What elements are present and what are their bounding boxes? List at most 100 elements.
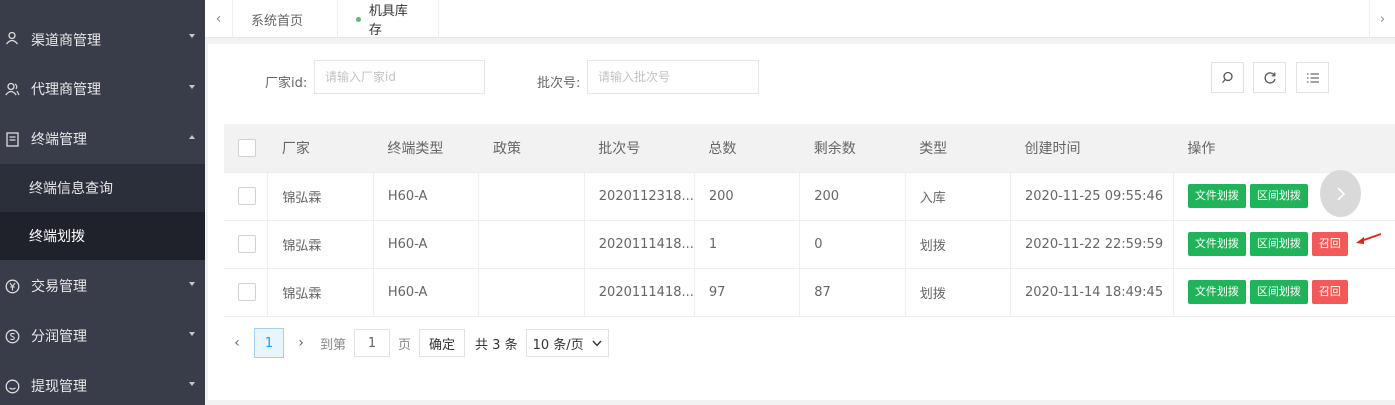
file-transfer-button[interactable]: 文件划拨	[1187, 280, 1246, 304]
file-transfer-button[interactable]: 文件划拨	[1187, 232, 1246, 256]
column-header[interactable]: 批次号	[584, 124, 695, 173]
main-panel: 厂家id: 批次号: 厂家 终端类型 政策 批次号 总数 剩余数 类型 创建	[208, 44, 1395, 400]
vendor-cell: 锦弘霖	[267, 268, 374, 317]
recall-button[interactable]: 召回	[1311, 280, 1348, 304]
chevron-down-icon	[592, 337, 602, 350]
nav-label: 分润管理	[31, 329, 87, 345]
batch-number-label: 批次号:	[537, 76, 581, 91]
policy-cell	[478, 172, 585, 221]
row-checkbox[interactable]	[238, 235, 256, 253]
row-select-cell[interactable]	[224, 220, 269, 269]
refresh-button[interactable]	[1253, 62, 1286, 93]
type-cell: 划拨	[905, 220, 1012, 269]
policy-cell	[478, 268, 585, 317]
chevron-down-icon	[189, 34, 195, 38]
row-checkbox[interactable]	[238, 283, 256, 301]
range-transfer-button[interactable]: 区间划拨	[1249, 280, 1308, 304]
nav-item-agent[interactable]: 代理商管理	[0, 64, 205, 114]
page-size-select[interactable]: 10 条/页	[525, 329, 609, 357]
file-transfer-button[interactable]: 文件划拨	[1187, 184, 1246, 208]
chevron-up-icon	[189, 135, 195, 139]
range-transfer-button[interactable]: 区间划拨	[1249, 232, 1308, 256]
nav-label: 提现管理	[31, 379, 87, 395]
list-icon	[1306, 72, 1319, 83]
type-cell: 入库	[905, 172, 1012, 221]
column-list-button[interactable]	[1296, 62, 1329, 93]
column-header[interactable]: 厂家	[267, 124, 374, 173]
nav-item-terminal[interactable]: 终端管理	[0, 114, 205, 164]
nav-item-withdraw[interactable]: 提现管理	[0, 361, 205, 405]
remaining-cell: 0	[799, 220, 906, 269]
refresh-icon	[1263, 71, 1276, 84]
tab-scroll-left-button[interactable]: ‹	[205, 0, 233, 38]
goto-page-input[interactable]: 1	[354, 329, 391, 357]
column-header[interactable]: 类型	[905, 124, 1011, 173]
page-unit-label: 页	[398, 337, 412, 353]
current-page[interactable]: 1	[254, 328, 284, 358]
manufacturer-id-label: 厂家id:	[265, 76, 308, 91]
table-row: 锦弘霖 H60-A 2020111418... 97 87 划拨 2020-11…	[224, 268, 1395, 317]
next-page-button[interactable]: ›	[288, 335, 314, 351]
row-checkbox[interactable]	[238, 187, 256, 205]
vendor-cell: 锦弘霖	[267, 172, 374, 221]
terminal-table: 厂家 终端类型 政策 批次号 总数 剩余数 类型 创建时间 操作 锦弘霖 H60…	[224, 124, 1395, 317]
goto-confirm-button[interactable]: 确定	[419, 329, 466, 357]
column-header[interactable]: 创建时间	[1010, 124, 1174, 173]
created-cell: 2020-11-25 09:55:46	[1010, 172, 1174, 221]
tab-home[interactable]: 系统首页	[233, 0, 338, 38]
column-header[interactable]: 总数	[694, 124, 800, 173]
policy-cell	[478, 220, 585, 269]
sidebar: 渠道商管理 代理商管理 终端管理 终端信息查询 终端划拨 交易管理 分润管理 提…	[0, 0, 205, 405]
column-header[interactable]: 剩余数	[799, 124, 906, 173]
nav-sub-label: 终端信息查询	[29, 181, 113, 197]
table-row: 锦弘霖 H60-A 2020112318... 200 200 入库 2020-…	[224, 172, 1395, 221]
row-select-cell[interactable]	[224, 172, 269, 221]
actions-cell: 文件划拨 区间划拨	[1173, 172, 1395, 221]
chevron-down-icon	[189, 332, 195, 336]
column-header[interactable]: 政策	[478, 124, 585, 173]
batch-cell: 2020112318...	[584, 172, 695, 221]
withdraw-icon	[4, 378, 20, 394]
page-size-value: 10 条/页	[532, 337, 584, 353]
total-cell: 200	[694, 172, 801, 221]
vendor-cell: 锦弘霖	[267, 220, 374, 269]
select-all-checkbox[interactable]	[238, 138, 256, 157]
scroll-right-circle-button[interactable]	[1320, 170, 1361, 217]
row-select-cell[interactable]	[224, 268, 269, 317]
batch-number-input[interactable]	[587, 60, 759, 94]
chevron-down-icon	[189, 85, 195, 89]
yen-icon	[4, 278, 20, 294]
search-button[interactable]	[1211, 62, 1244, 93]
nav-label: 交易管理	[31, 279, 87, 295]
sidebar-item-terminal-transfer[interactable]: 终端划拨	[0, 212, 205, 260]
manufacturer-id-input[interactable]	[314, 60, 485, 94]
range-transfer-button[interactable]: 区间划拨	[1249, 184, 1308, 208]
nav-label: 终端管理	[31, 132, 87, 148]
tab-label: 系统首页	[251, 13, 304, 29]
prev-page-button[interactable]: ‹	[224, 335, 250, 351]
type-cell: 划拨	[905, 268, 1012, 317]
nav-item-transaction[interactable]: 交易管理	[0, 261, 205, 311]
created-cell: 2020-11-22 22:59:59	[1010, 220, 1174, 269]
table-row: 锦弘霖 H60-A 2020111418... 1 0 划拨 2020-11-2…	[224, 220, 1395, 269]
total-cell: 97	[694, 268, 801, 317]
chevron-down-icon	[189, 382, 195, 386]
tab-inventory[interactable]: 机具库存	[338, 0, 439, 38]
sidebar-item-terminal-query[interactable]: 终端信息查询	[0, 164, 205, 212]
pagination: ‹ 1 › 到第 1 页 确定 共 3 条 10 条/页	[224, 319, 609, 367]
actions-cell: 文件划拨 区间划拨 召回	[1173, 268, 1395, 317]
column-header[interactable]: 终端类型	[373, 124, 479, 173]
table-header-row: 厂家 终端类型 政策 批次号 总数 剩余数 类型 创建时间 操作	[224, 124, 1395, 173]
recall-button[interactable]: 召回	[1311, 232, 1348, 256]
select-all-cell[interactable]	[224, 124, 268, 173]
users-icon	[4, 81, 20, 97]
tab-bar: ‹ 系统首页 机具库存 ›	[205, 0, 1395, 38]
dollar-icon	[4, 328, 20, 344]
annotation-arrow-icon	[1356, 233, 1382, 244]
tab-scroll-right-button[interactable]: ›	[1369, 0, 1395, 38]
terminal-type-cell: H60-A	[373, 220, 480, 269]
tab-label: 机具库存	[368, 4, 408, 38]
total-cell: 1	[694, 220, 801, 269]
nav-item-profit[interactable]: 分润管理	[0, 311, 205, 361]
batch-cell: 2020111418...	[584, 220, 695, 269]
